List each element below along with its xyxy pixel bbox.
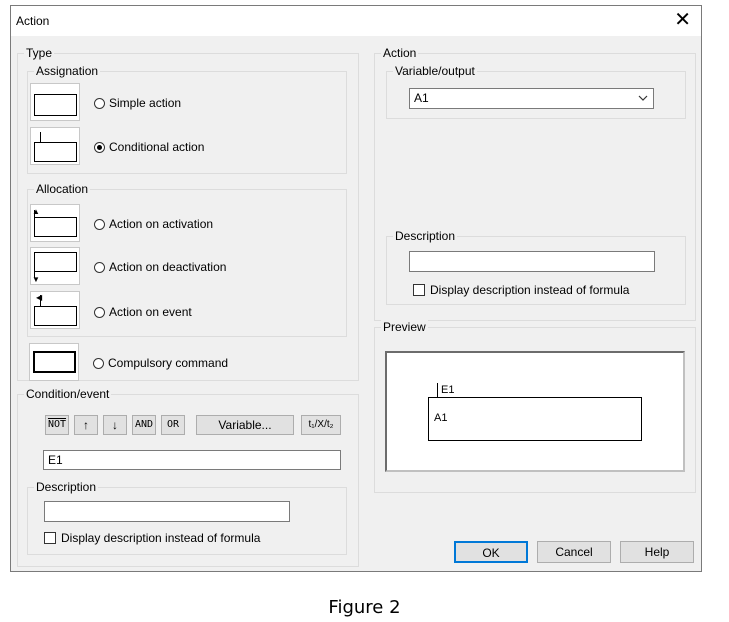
falling-edge-button[interactable]: ↓ — [103, 415, 127, 435]
variable-output-group: Variable/output A1 — [386, 64, 686, 119]
condition-input[interactable]: E1 — [43, 450, 341, 470]
variable-output-label: Variable/output — [393, 64, 477, 78]
and-button[interactable]: AND — [132, 415, 156, 435]
conditional-action-label[interactable]: Conditional action — [109, 140, 204, 154]
condition-description-input[interactable] — [44, 501, 290, 522]
not-button[interactable]: NOT — [45, 415, 69, 435]
title-bar: Action ✕ — [11, 6, 701, 36]
activation-icon: ▲ — [30, 204, 80, 242]
compulsory-command-icon — [29, 343, 79, 381]
conditional-action-radio[interactable] — [94, 142, 105, 153]
time-button[interactable]: t₁/X/t₂ — [301, 415, 341, 435]
preview-action-box: A1 — [428, 397, 642, 441]
activation-radio[interactable] — [94, 219, 105, 230]
compulsory-command-radio[interactable] — [93, 358, 104, 369]
assignation-group: Assignation Simple action Conditional ac… — [27, 64, 347, 174]
allocation-group: Allocation ▲ Action on activation ▼ Acti… — [27, 182, 347, 337]
condition-group: Condition/event NOT ↑ ↓ AND OR Variable.… — [17, 387, 359, 567]
event-label[interactable]: Action on event — [109, 305, 192, 319]
preview-label: Preview — [381, 320, 428, 334]
assignation-label: Assignation — [34, 64, 101, 78]
variable-output-value: A1 — [414, 91, 429, 105]
type-group-label: Type — [24, 46, 55, 60]
cancel-button[interactable]: Cancel — [537, 541, 611, 563]
event-icon: ◀ — [30, 291, 80, 329]
activation-label[interactable]: Action on activation — [109, 217, 213, 231]
chevron-down-icon — [638, 95, 648, 101]
ok-button[interactable]: OK — [454, 541, 528, 563]
event-radio[interactable] — [94, 307, 105, 318]
compulsory-command-label[interactable]: Compulsory command — [108, 356, 228, 370]
preview-action-text: A1 — [434, 412, 448, 424]
preview-group: Preview E1 A1 — [374, 320, 696, 493]
variable-button[interactable]: Variable... — [196, 415, 294, 435]
variable-output-select[interactable]: A1 — [409, 88, 654, 109]
help-button[interactable]: Help — [620, 541, 694, 563]
type-group: Type Assignation Simple action Condition… — [17, 46, 359, 381]
deactivation-label[interactable]: Action on deactivation — [109, 260, 226, 274]
simple-action-radio[interactable] — [94, 98, 105, 109]
action-dialog: Action ✕ Type Assignation Simple action … — [10, 5, 702, 572]
condition-description-label: Description — [34, 480, 99, 494]
figure-caption: Figure 2 — [328, 597, 401, 618]
deactivation-icon: ▼ — [30, 247, 80, 285]
condition-display-description-checkbox[interactable] — [44, 532, 56, 544]
action-description-label: Description — [393, 229, 458, 243]
condition-description-group: Description Display description instead … — [27, 480, 347, 555]
or-button[interactable]: OR — [161, 415, 185, 435]
simple-action-icon — [30, 83, 80, 121]
rising-edge-button[interactable]: ↑ — [74, 415, 98, 435]
preview-condition-text: E1 — [441, 384, 455, 396]
action-group-label: Action — [381, 46, 419, 60]
preview-canvas: E1 A1 — [385, 351, 685, 472]
condition-group-label: Condition/event — [24, 387, 112, 401]
close-icon[interactable]: ✕ — [674, 9, 691, 31]
condition-display-description-label[interactable]: Display description instead of formula — [61, 531, 260, 545]
action-description-input[interactable] — [409, 251, 655, 272]
window-title: Action — [16, 14, 50, 28]
action-group: Action Variable/output A1 Description Di… — [374, 46, 696, 321]
simple-action-label[interactable]: Simple action — [109, 96, 181, 110]
allocation-label: Allocation — [34, 182, 91, 196]
action-display-description-label[interactable]: Display description instead of formula — [430, 283, 629, 297]
conditional-action-icon — [30, 127, 80, 165]
action-description-group: Description Display description instead … — [386, 229, 686, 305]
action-display-description-checkbox[interactable] — [413, 284, 425, 296]
deactivation-radio[interactable] — [94, 262, 105, 273]
preview-condition-line — [437, 383, 438, 397]
